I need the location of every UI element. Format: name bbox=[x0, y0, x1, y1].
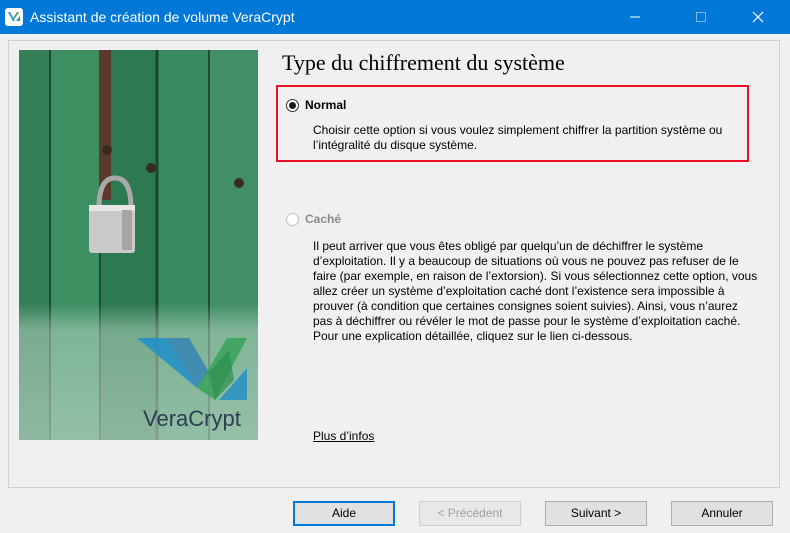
veracrypt-logo-icon[interactable] bbox=[5, 8, 23, 26]
maximize-button[interactable] bbox=[678, 0, 724, 34]
previous-button[interactable]: < Précédent bbox=[419, 501, 521, 526]
option-hidden-description: Il peut arriver que vous êtes obligé par… bbox=[313, 239, 758, 343]
close-icon bbox=[752, 11, 764, 23]
veracrypt-brand-text: VeraCrypt bbox=[143, 406, 241, 431]
next-button[interactable]: Suivant > bbox=[545, 501, 647, 526]
radio-normal[interactable] bbox=[286, 99, 299, 112]
maximize-icon bbox=[696, 12, 706, 22]
minimize-button[interactable] bbox=[612, 0, 658, 34]
radio-hidden[interactable] bbox=[286, 213, 299, 226]
window-title: Assistant de création de volume VeraCryp… bbox=[30, 9, 295, 25]
help-button[interactable]: Aide bbox=[293, 501, 395, 526]
option-normal-description: Choisir cette option si vous voulez simp… bbox=[313, 123, 723, 152]
close-button[interactable] bbox=[735, 0, 781, 34]
minimize-icon bbox=[630, 16, 640, 18]
cancel-button[interactable]: Annuler bbox=[671, 501, 773, 526]
option-normal-label[interactable]: Normal bbox=[305, 98, 346, 112]
option-hidden-label[interactable]: Caché bbox=[305, 212, 341, 226]
page-title: Type du chiffrement du système bbox=[282, 50, 565, 75]
wizard-artwork: VeraCrypt bbox=[19, 50, 258, 440]
title-bar: Assistant de création de volume VeraCryp… bbox=[0, 0, 790, 34]
more-info-link[interactable]: Plus d’infos bbox=[313, 429, 374, 443]
